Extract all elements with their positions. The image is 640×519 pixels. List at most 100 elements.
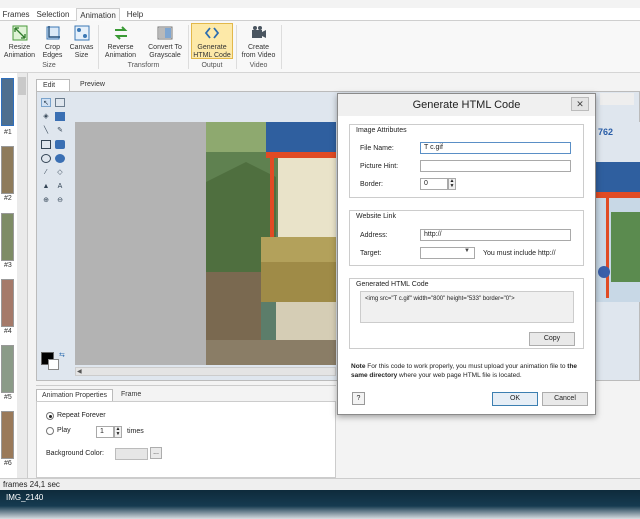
frame-thumbnail[interactable] <box>1 279 14 327</box>
ribbon-separator <box>188 25 189 69</box>
frame-thumbnail[interactable] <box>1 345 14 393</box>
play-count-spinner[interactable]: ▲ ▼ <box>114 426 122 438</box>
taskbar <box>0 490 640 519</box>
dialog-close-button[interactable]: ✕ <box>571 97 589 111</box>
canvas-size-label-2: Size <box>74 52 89 59</box>
play-label: Play <box>57 427 71 434</box>
tab-animation-properties[interactable]: Animation Properties <box>36 389 113 401</box>
ellipse-tool-icon[interactable] <box>41 154 51 163</box>
canvas-size-button[interactable]: Canvas Size <box>68 24 95 60</box>
filled-rect-tool-icon[interactable] <box>55 140 65 149</box>
generate-html-label-2: HTML Code <box>193 52 231 59</box>
file-name-input[interactable]: T c.gif <box>420 142 571 154</box>
scrollbar-thumb[interactable] <box>18 77 26 95</box>
eraser-tool-icon[interactable] <box>55 112 65 121</box>
ribbon: Resize Animation Crop Edges Canvas Size … <box>0 21 640 73</box>
secondary-color-swatch[interactable] <box>48 359 59 370</box>
border-input[interactable]: 0 <box>420 178 448 190</box>
fill-tool-icon[interactable]: ◈ <box>41 112 51 121</box>
times-label: times <box>127 428 144 435</box>
tab-selection[interactable]: Selection <box>33 8 73 21</box>
frame-number: #6 <box>4 460 12 467</box>
tab-preview[interactable]: Preview <box>74 79 114 91</box>
editor-top-right <box>600 93 634 105</box>
resize-animation-button[interactable]: Resize Animation <box>3 24 36 60</box>
browse-color-button[interactable]: ... <box>150 447 162 459</box>
swap-colors-icon[interactable]: ⇆ <box>59 351 65 359</box>
frame-number: #2 <box>4 195 12 202</box>
ribbon-separator <box>281 25 282 69</box>
frame-list-scrollbar[interactable] <box>17 73 27 478</box>
reverse-animation-button[interactable]: Reverse Animation <box>103 24 138 60</box>
zoom-in-icon[interactable]: ⊕ <box>41 196 51 205</box>
upload-note: Note For this code to work properly, you… <box>351 362 587 380</box>
tab-animation[interactable]: Animation <box>76 8 120 22</box>
border-spinner[interactable]: ▲ ▼ <box>448 178 456 190</box>
pointer-tool-icon[interactable]: ↖ <box>41 98 51 107</box>
tab-frame-properties[interactable]: Frame Properties <box>116 389 178 410</box>
frame-number: #4 <box>4 328 12 335</box>
crop-edges-button[interactable]: Crop Edges <box>39 24 66 60</box>
generate-html-code-button[interactable]: Generate HTML Code <box>191 23 233 59</box>
frame-thumbnail[interactable] <box>1 146 14 194</box>
text-tool-icon[interactable]: A <box>55 182 65 191</box>
help-button[interactable]: ? <box>352 392 365 405</box>
generate-html-label-1: Generate <box>197 44 227 51</box>
image-attributes-group: Image Attributes File Name: T c.gif Pict… <box>349 124 584 198</box>
repeat-forever-label: Repeat Forever <box>57 412 106 419</box>
border-label: Border: <box>360 181 383 188</box>
picture-hint-input[interactable] <box>420 160 571 172</box>
website-link-group: Website Link Address: http:// Target: ▼ … <box>349 210 584 266</box>
animation-properties-content: Repeat Forever Play 1 ▲ ▼ times Backgroun… <box>36 401 336 478</box>
frame-image-right <box>596 122 640 302</box>
pencil-tool-icon[interactable]: ✎ <box>55 126 65 135</box>
tool-palette: ↖ ◈ ╲ ✎ ⁄ ◇ ▲ A ⊕ ⊖ ⇆ <box>39 95 69 375</box>
rectangle-tool-icon[interactable] <box>41 140 51 149</box>
crop-edges-label-1: Crop <box>44 44 61 51</box>
ok-button[interactable]: OK <box>492 392 538 406</box>
canvas-horizontal-scrollbar[interactable]: ◀ <box>75 367 336 376</box>
cancel-button[interactable]: Cancel <box>542 392 588 406</box>
scroll-left-icon[interactable]: ◀ <box>77 369 82 375</box>
note-text: For this code to work properly, you must… <box>365 363 568 370</box>
resize-icon <box>11 24 29 42</box>
generate-html-dialog: Generate HTML Code ✕ Image Attributes Fi… <box>337 93 596 415</box>
background-color-swatch[interactable] <box>115 448 148 460</box>
generated-code-textbox[interactable]: <img src="T c.gif" width="800" height="5… <box>360 291 574 323</box>
rect-select-tool-icon[interactable] <box>55 98 65 107</box>
frame-image[interactable] <box>206 122 336 365</box>
create-from-video-button[interactable]: Create from Video <box>240 24 277 60</box>
tab-frames[interactable]: Frames <box>2 8 30 21</box>
play-count-input[interactable]: 1 <box>96 426 114 438</box>
brush-tool-icon[interactable]: ▲ <box>41 182 51 191</box>
copy-button[interactable]: Copy <box>529 332 575 346</box>
repeat-forever-radio[interactable] <box>46 412 54 420</box>
chevron-down-icon: ▼ <box>464 248 470 254</box>
background-color-label: Background Color: <box>46 450 104 457</box>
convert-grayscale-button[interactable]: Convert To Grayscale <box>146 24 184 60</box>
frame-number: #1 <box>4 129 12 136</box>
canvas-background <box>75 122 206 365</box>
tab-edit[interactable]: Edit <box>36 79 70 91</box>
ribbon-tabs: Frames Selection Animation Help <box>0 8 640 22</box>
frame-thumbnail[interactable] <box>1 213 14 261</box>
filled-ellipse-tool-icon[interactable] <box>55 154 65 163</box>
frame-thumbnail[interactable] <box>1 78 14 126</box>
address-input[interactable]: http:// <box>420 229 571 241</box>
note-suffix: where your web page HTML file is located… <box>397 372 522 379</box>
taskbar-window-title[interactable]: IMG_2140 <box>6 493 43 502</box>
play-radio[interactable] <box>46 427 54 435</box>
erase-tool-icon[interactable]: ◇ <box>55 168 65 177</box>
convert-grayscale-label-1: Convert To <box>148 44 182 51</box>
dialog-title: Generate HTML Code <box>338 94 595 116</box>
eyedropper-tool-icon[interactable]: ⁄ <box>41 168 51 177</box>
resize-animation-label-2: Animation <box>3 52 36 59</box>
frame-thumbnail[interactable] <box>1 411 14 459</box>
crop-edges-label-2: Edges <box>42 52 63 59</box>
group-output: Output <box>201 62 223 69</box>
zoom-out-icon[interactable]: ⊖ <box>55 196 65 205</box>
resize-animation-label-1: Resize <box>8 44 31 51</box>
group-size: Size <box>42 62 56 69</box>
line-tool-icon[interactable]: ╲ <box>41 126 51 135</box>
tab-help[interactable]: Help <box>123 8 147 21</box>
